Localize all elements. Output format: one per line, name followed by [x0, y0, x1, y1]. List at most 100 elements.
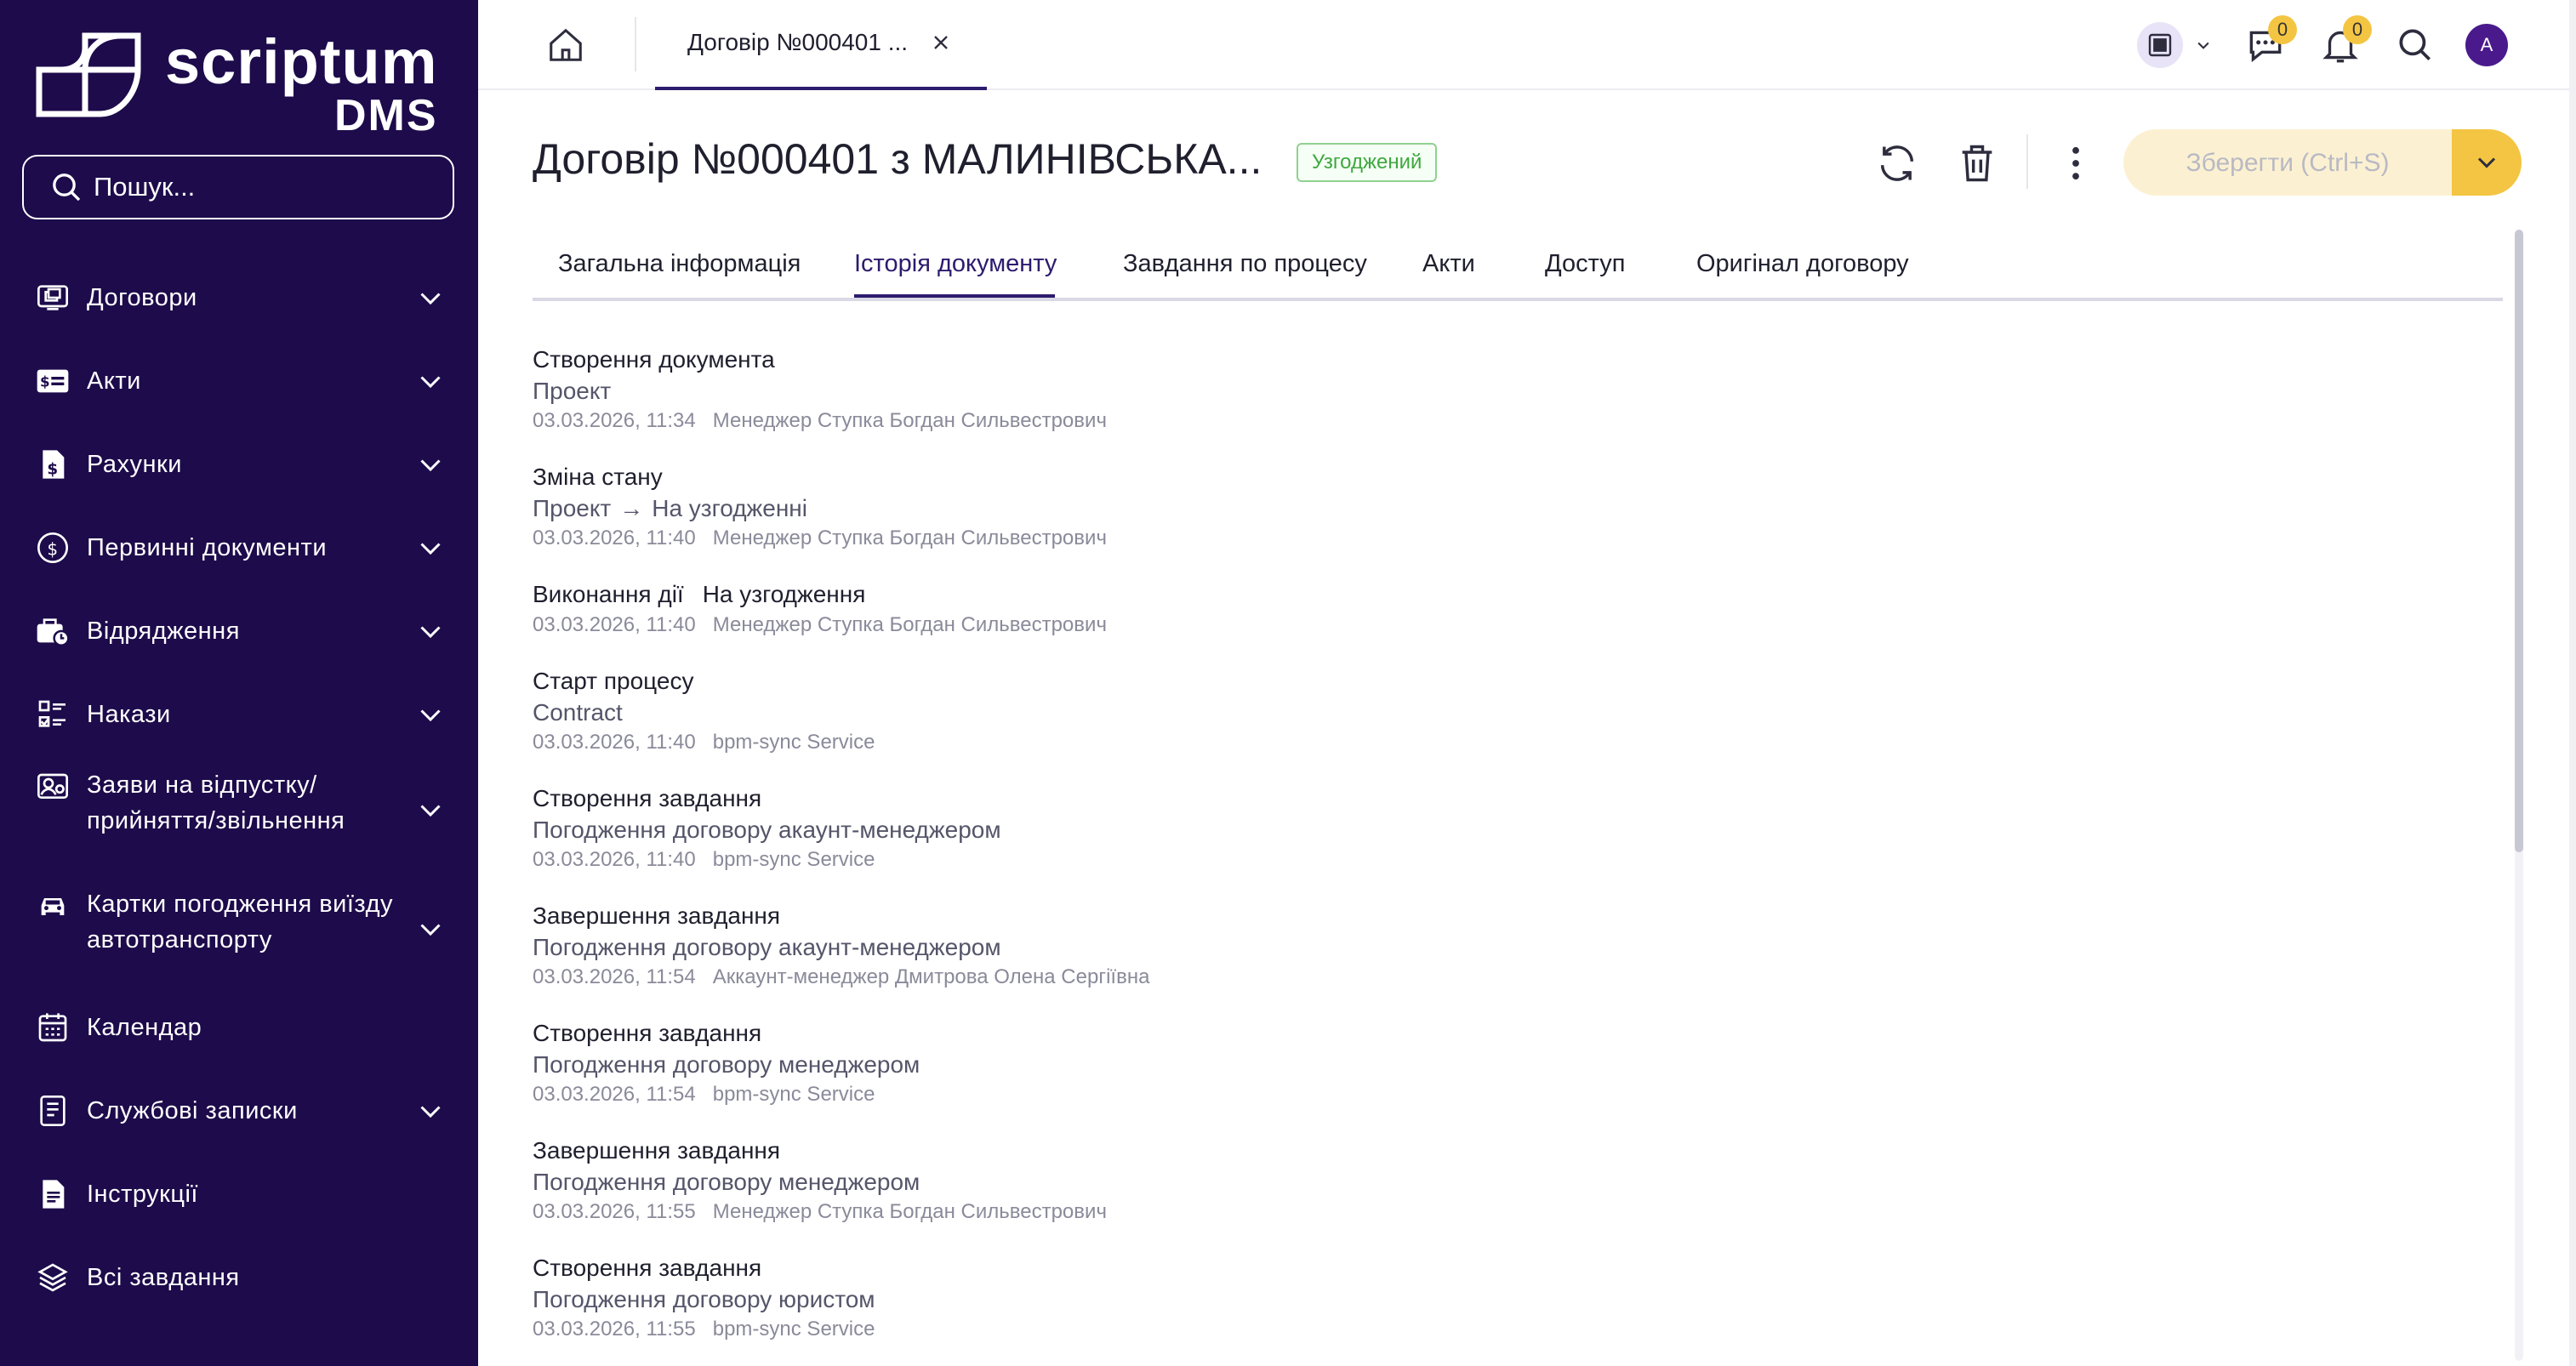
sidebar-item-orders[interactable]: Накази	[0, 691, 478, 738]
entry-user: bpm-sync Service	[712, 1318, 875, 1340]
entry-detail: Погодження договору акаунт-менеджером	[533, 934, 1001, 960]
tab-access[interactable]: Доступ	[1545, 250, 1625, 278]
entry-date: 03.03.2026, 11:54	[533, 965, 696, 988]
save-button[interactable]: Зберегти (Ctrl+S)	[2123, 129, 2452, 196]
scrollbar[interactable]	[2515, 230, 2523, 1361]
briefcase-clock-icon	[36, 614, 70, 648]
notification-badge: 0	[2343, 15, 2372, 44]
topbar: Договір №000401 ... 0 0 A	[478, 0, 2576, 90]
trash-icon[interactable]	[1955, 141, 1999, 185]
sidebar-item-label: Акти	[87, 367, 141, 395]
divider	[635, 17, 636, 71]
window-edge	[2569, 0, 2576, 1366]
tab-acts[interactable]: Акти	[1422, 250, 1475, 278]
history-entry: Виконання дії На узгодження 03.03.2026, 1…	[533, 578, 2064, 640]
sidebar-item-label: Інструкції	[87, 1181, 198, 1208]
close-icon[interactable]	[929, 31, 953, 54]
tab-document-history[interactable]: Історія документу	[854, 250, 1057, 278]
scrollbar-thumb[interactable]	[2515, 230, 2523, 852]
chevron-down-icon	[420, 709, 441, 722]
sidebar-item-label: Заяви на відпустку/ прийняття/звільнення	[87, 771, 345, 834]
sidebar-item-calendar[interactable]: Календар	[0, 1004, 478, 1051]
sidebar-item-label: Первинні документи	[87, 534, 328, 561]
search-box[interactable]	[22, 155, 454, 219]
entry-user: bpm-sync Service	[712, 848, 875, 871]
chevron-down-icon	[420, 293, 441, 305]
entry-detail: Contract	[533, 699, 623, 726]
window-icon	[2148, 33, 2172, 57]
avatar[interactable]: A	[2465, 24, 2508, 66]
home-icon[interactable]	[546, 26, 585, 65]
sidebar-item-all-tasks[interactable]: Всі завдання	[0, 1254, 478, 1301]
sidebar-item-label: Рахунки	[87, 451, 182, 478]
history-entry: Старт процесу Contract 03.03.2026, 11:40…	[533, 665, 2064, 757]
entry-date: 03.03.2026, 11:40	[533, 848, 696, 871]
history-entry: Створення документа Проект 03.03.2026, 1…	[533, 344, 2064, 435]
sidebar-item-primary-docs[interactable]: $ Первинні документи	[0, 524, 478, 572]
sidebar-item-instructions[interactable]: Інструкції	[0, 1170, 478, 1218]
entry-title: Створення документа	[533, 346, 775, 373]
chevron-down-icon	[420, 924, 441, 936]
save-options-button[interactable]	[2452, 129, 2522, 196]
chevron-down-icon	[2197, 42, 2209, 49]
sidebar-item-label: Календар	[87, 1014, 202, 1041]
tab-process-tasks[interactable]: Завдання по процесу	[1123, 250, 1367, 278]
sidebar-item-label: Договори	[87, 284, 197, 311]
sidebar-item-label: Всі завдання	[87, 1264, 240, 1291]
history-entry: Створення завдання Погодження договору ю…	[533, 1252, 2064, 1344]
sidebar-item-label: Картки погодження виїзду автотранспорту	[87, 891, 393, 953]
sidebar-item-invoices[interactable]: $ Рахунки	[0, 441, 478, 488]
entry-title: Створення завдання	[533, 785, 762, 811]
profile-card-icon	[36, 771, 70, 805]
sidebar-item-memos[interactable]: Службові записки	[0, 1087, 478, 1135]
sidebar-item-leave-requests[interactable]: Заяви на відпустку/ прийняття/звільнення	[0, 767, 478, 852]
entry-detail: Проект	[533, 378, 612, 404]
view-switcher[interactable]	[2137, 22, 2222, 68]
active-tab-underline	[854, 294, 1055, 298]
tab-general-info[interactable]: Загальна інформація	[558, 250, 801, 278]
entry-title: Завершення завдання	[533, 902, 781, 929]
history-entry: Зміна стану Проект → На узгодженні 03.03.2…	[533, 461, 2064, 553]
app-logo[interactable]: scriptum DMS	[36, 26, 438, 138]
state-from: Проект	[533, 495, 612, 521]
svg-text:$: $	[40, 374, 50, 390]
entry-title: Завершення завдання	[533, 1137, 781, 1164]
entry-user: Менеджер Ступка Богдан Сильвестрович	[712, 526, 1107, 549]
more-vertical-icon[interactable]	[2054, 141, 2098, 185]
entry-title: Створення завдання	[533, 1255, 762, 1281]
tab-contract-original[interactable]: Оригінал договору	[1696, 250, 1909, 278]
entry-detail: Погодження договору юристом	[533, 1286, 875, 1312]
chevron-down-icon	[2477, 157, 2496, 168]
brand-name: scriptum	[165, 26, 438, 97]
tab-underline	[655, 87, 987, 90]
instructions-icon	[36, 1177, 70, 1211]
search-icon[interactable]	[2394, 24, 2436, 66]
sidebar-item-vehicle-cards[interactable]: Картки погодження виїзду автотранспорту	[0, 886, 478, 971]
document-tab[interactable]: Договір №000401 ...	[655, 0, 987, 90]
document-tab-label: Договір №000401 ...	[687, 29, 909, 55]
chevron-down-icon	[420, 543, 441, 555]
sidebar-item-business-trips[interactable]: Відрядження	[0, 607, 478, 655]
entry-user: bpm-sync Service	[712, 731, 875, 754]
refresh-icon[interactable]	[1875, 141, 1919, 185]
history-entry: Створення завдання Погодження договору м…	[533, 1017, 2064, 1109]
svg-text:$: $	[47, 461, 58, 479]
document-tabs: Загальна інформація Історія документу За…	[533, 240, 2503, 301]
state-to: На узгодженні	[652, 495, 807, 521]
search-input[interactable]	[92, 171, 436, 203]
arrow-right-icon: →	[619, 495, 644, 521]
sidebar-item-acts[interactable]: $ Акти	[0, 357, 478, 405]
search-icon	[53, 174, 81, 202]
history-entry: Завершення завдання Погодження договору …	[533, 1135, 2064, 1227]
entry-detail: Погодження договору менеджером	[533, 1169, 920, 1195]
entry-user: Менеджер Ступка Богдан Сильвестрович	[712, 1200, 1107, 1223]
car-icon	[36, 890, 70, 924]
acts-icon: $	[36, 364, 70, 398]
sidebar-item-contracts[interactable]: Договори	[0, 274, 478, 322]
entry-title: Зміна стану	[533, 464, 663, 490]
brand-product: DMS	[333, 91, 438, 140]
divider	[2026, 134, 2028, 189]
chat-badge: 0	[2268, 15, 2297, 44]
entry-date: 03.03.2026, 11:55	[533, 1200, 696, 1223]
chevron-down-icon	[420, 626, 441, 639]
